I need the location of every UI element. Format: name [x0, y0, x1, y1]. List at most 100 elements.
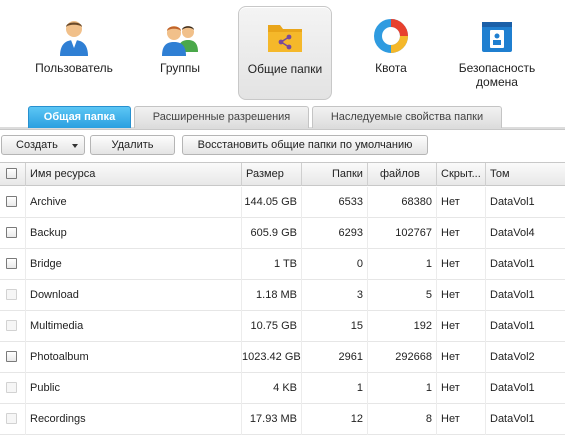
cell-select [0, 249, 26, 280]
group-icon [162, 26, 198, 56]
cell-name: Backup [26, 218, 242, 249]
cell-folders: 0 [302, 249, 368, 280]
row-checkbox[interactable] [6, 258, 17, 269]
cell-volume: DataVol1 [490, 320, 535, 332]
cell-hidden: Нет [437, 218, 486, 249]
tab-advanced-permissions[interactable]: Расширенные разрешения [134, 106, 309, 128]
cell-name: Download [26, 280, 242, 311]
shared-folder-icon [268, 25, 302, 52]
cell-volume: DataVol1 [490, 258, 535, 270]
cell-files: 68380 [368, 187, 437, 218]
cell-files: 192 [368, 311, 437, 342]
cell-folders: 6293 [302, 218, 368, 249]
cell-files: 1 [368, 249, 437, 280]
category-domain-security[interactable]: Безопасность домена [450, 6, 544, 100]
table-row[interactable]: Public 4 KB 1 1 Нет DataVol1 [0, 373, 565, 404]
cell-size: 17.93 MB [242, 404, 302, 435]
row-checkbox[interactable] [6, 227, 17, 238]
cell-select [0, 187, 26, 218]
cell-hidden: Нет [437, 342, 486, 373]
row-checkbox [6, 382, 17, 393]
cell-select [0, 404, 26, 435]
create-button-label: Создать [16, 139, 58, 151]
cell-files: 1 [368, 373, 437, 404]
cell-volume: DataVol2 [490, 351, 535, 363]
header-select-cell [0, 163, 26, 186]
column-header-volume[interactable]: Том [486, 163, 565, 186]
cell-hidden: Нет [437, 404, 486, 435]
domain-security-icon [482, 22, 512, 52]
cell-size: 605.9 GB [242, 218, 302, 249]
cell-name: Photoalbum [26, 342, 242, 373]
cell-files: 102767 [368, 218, 437, 249]
cell-volume: DataVol4 [490, 227, 535, 239]
table-row[interactable]: Backup 605.9 GB 6293 102767 Нет DataVol4 [0, 218, 565, 249]
category-user[interactable]: Пользователь [27, 6, 121, 100]
category-bar: Пользователь Группы Общие папки Квота Бе… [0, 0, 565, 104]
cell-folders: 6533 [302, 187, 368, 218]
row-checkbox [6, 413, 17, 424]
column-header-name[interactable]: Имя ресурса [26, 163, 242, 186]
cell-volume: DataVol1 [490, 289, 535, 301]
cell-size: 4 KB [242, 373, 302, 404]
row-checkbox[interactable] [6, 351, 17, 362]
user-icon [60, 21, 88, 56]
cell-hidden: Нет [437, 187, 486, 218]
cell-volume: DataVol1 [490, 413, 535, 425]
cell-name: Public [26, 373, 242, 404]
table-row[interactable]: Recordings 17.93 MB 12 8 Нет DataVol1 [0, 404, 565, 435]
chevron-down-icon [72, 144, 78, 148]
column-header-folders[interactable]: Папки [302, 163, 368, 186]
category-label: Квота [375, 61, 407, 75]
cell-name: Recordings [26, 404, 242, 435]
cell-size: 1.18 MB [242, 280, 302, 311]
cell-folders: 3 [302, 280, 368, 311]
category-label: Пользователь [35, 61, 113, 75]
table-row[interactable]: Multimedia 10.75 GB 15 192 Нет DataVol1 [0, 311, 565, 342]
category-quota[interactable]: Квота [344, 6, 438, 100]
table-row[interactable]: Bridge 1 TB 0 1 Нет DataVol1 [0, 249, 565, 280]
cell-folders: 2961 [302, 342, 368, 373]
cell-select [0, 342, 26, 373]
category-shared-folders[interactable]: Общие папки [238, 6, 332, 100]
cell-files: 8 [368, 404, 437, 435]
select-all-checkbox[interactable] [6, 168, 17, 179]
delete-button[interactable]: Удалить [90, 135, 175, 155]
column-header-hidden[interactable]: Скрыт... [437, 163, 486, 186]
column-header-size[interactable]: Размер [242, 163, 302, 186]
cell-folders: 1 [302, 373, 368, 404]
cell-select [0, 373, 26, 404]
cell-size: 144.05 GB [242, 187, 302, 218]
shared-folders-table: Имя ресурса Размер Папки файлов Скрыт...… [0, 162, 565, 435]
row-checkbox[interactable] [6, 196, 17, 207]
cell-hidden: Нет [437, 373, 486, 404]
table-row[interactable]: Download 1.18 MB 3 5 Нет DataVol1 [0, 280, 565, 311]
cell-size: 10.75 GB [242, 311, 302, 342]
cell-volume: DataVol1 [490, 382, 535, 394]
tab-inherited-folder-properties[interactable]: Наследуемые свойства папки [312, 106, 502, 128]
table-row[interactable]: Archive 144.05 GB 6533 68380 Нет DataVol1 [0, 187, 565, 218]
cell-folders: 15 [302, 311, 368, 342]
cell-size: 1023.42 GB [242, 342, 302, 373]
cell-name: Bridge [26, 249, 242, 280]
row-checkbox [6, 320, 17, 331]
cell-hidden: Нет [437, 249, 486, 280]
category-label: Группы [160, 61, 200, 75]
create-button[interactable]: Создать [1, 135, 85, 155]
category-groups[interactable]: Группы [133, 6, 227, 100]
category-label: Общие папки [247, 62, 323, 76]
cell-volume: DataVol1 [490, 196, 535, 208]
restore-default-shares-button[interactable]: Восстановить общие папки по умолчанию [182, 135, 428, 155]
table-row[interactable]: Photoalbum 1023.42 GB 2961 292668 Нет DataVol… [0, 342, 565, 373]
cell-hidden: Нет [437, 280, 486, 311]
cell-name: Archive [26, 187, 242, 218]
cell-select [0, 280, 26, 311]
cell-select [0, 218, 26, 249]
cell-files: 292668 [368, 342, 437, 373]
category-label: Безопасность домена [458, 61, 536, 89]
table-header: Имя ресурса Размер Папки файлов Скрыт...… [0, 163, 565, 186]
column-header-files[interactable]: файлов [368, 163, 437, 186]
cell-folders: 12 [302, 404, 368, 435]
tab-shared-folder[interactable]: Общая папка [28, 106, 131, 128]
cell-select [0, 311, 26, 342]
